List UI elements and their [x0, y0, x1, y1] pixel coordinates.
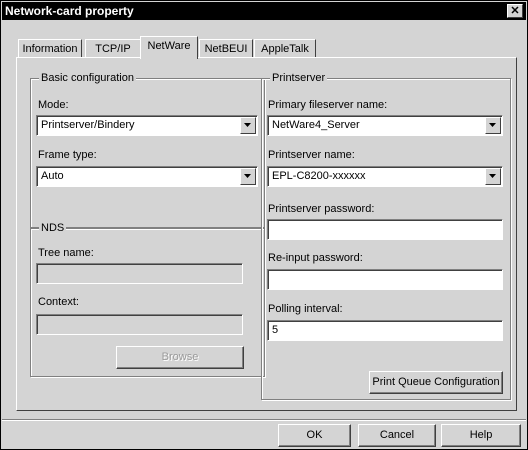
- tab-panel-netware: Basic configuration Mode: Printserver/Bi…: [16, 57, 517, 411]
- dialog-window: Network-card property ✕ Information TCP/…: [0, 0, 528, 450]
- tab-netware[interactable]: NetWare: [140, 36, 198, 59]
- tab-tcpip[interactable]: TCP/IP: [85, 39, 141, 59]
- nds-label: NDS: [39, 222, 67, 234]
- tab-netbeui[interactable]: NetBEUI: [199, 39, 253, 59]
- frame-type-value: Auto: [41, 170, 64, 182]
- close-icon[interactable]: ✕: [507, 4, 523, 18]
- chevron-down-icon[interactable]: [240, 168, 256, 185]
- basic-configuration-label: Basic configuration: [39, 72, 136, 84]
- footer-separator: [2, 419, 526, 421]
- frame-type-label: Frame type:: [38, 149, 97, 161]
- chevron-down-icon[interactable]: [485, 168, 501, 185]
- mode-value: Printserver/Bindery: [41, 119, 135, 131]
- primary-fileserver-label: Primary fileserver name:: [268, 99, 388, 111]
- printserver-label: Printserver: [270, 72, 328, 84]
- context-input[interactable]: [36, 314, 243, 335]
- printserver-password-label: Printserver password:: [268, 203, 375, 215]
- reinput-password-input[interactable]: [267, 269, 503, 290]
- printserver-name-select[interactable]: EPL-C8200-xxxxxx: [267, 166, 503, 187]
- context-label: Context:: [38, 296, 79, 308]
- cancel-button[interactable]: Cancel: [358, 424, 436, 447]
- chevron-down-icon[interactable]: [485, 117, 501, 134]
- help-button[interactable]: Help: [441, 424, 521, 447]
- tab-appletalk[interactable]: AppleTalk: [254, 39, 316, 59]
- ok-button[interactable]: OK: [278, 424, 351, 447]
- print-queue-configuration-button[interactable]: Print Queue Configuration: [369, 371, 503, 394]
- tree-name-label: Tree name:: [38, 247, 94, 259]
- polling-interval-input[interactable]: 5: [267, 320, 503, 341]
- primary-fileserver-value: NetWare4_Server: [272, 119, 360, 131]
- primary-fileserver-select[interactable]: NetWare4_Server: [267, 115, 503, 136]
- polling-interval-label: Polling interval:: [268, 303, 343, 315]
- tree-name-input[interactable]: [36, 263, 243, 284]
- mode-label: Mode:: [38, 99, 69, 111]
- reinput-password-label: Re-input password:: [268, 252, 363, 264]
- printserver-name-label: Printserver name:: [268, 149, 355, 161]
- chevron-down-icon[interactable]: [240, 117, 256, 134]
- browse-button[interactable]: Browse: [116, 346, 244, 369]
- window-title: Network-card property: [5, 4, 134, 18]
- printserver-name-value: EPL-C8200-xxxxxx: [272, 170, 366, 182]
- printserver-password-input[interactable]: [267, 219, 503, 240]
- frame-type-select[interactable]: Auto: [36, 166, 258, 187]
- mode-select[interactable]: Printserver/Bindery: [36, 115, 258, 136]
- tab-information[interactable]: Information: [18, 39, 82, 59]
- title-bar: Network-card property ✕: [2, 2, 526, 20]
